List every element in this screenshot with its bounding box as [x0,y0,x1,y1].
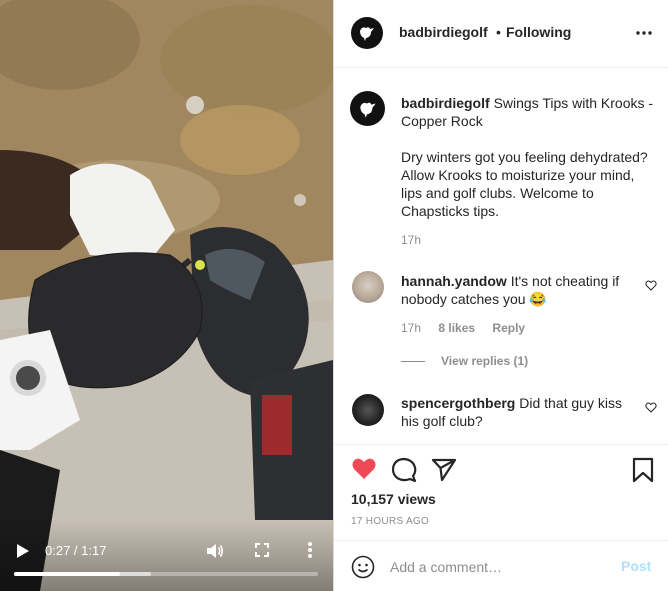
views-count[interactable]: 10,157 views [351,491,436,507]
comment-likes[interactable]: 8 likes [438,321,475,335]
fullscreen-icon[interactable] [255,543,269,557]
add-comment-bar: Post [334,540,668,591]
replies-divider [401,361,425,362]
caption-avatar[interactable] [350,91,385,126]
commenter-avatar[interactable] [352,271,384,303]
emoji-icon[interactable] [351,555,375,579]
comment-input[interactable] [390,556,600,578]
comment-meta: 17h 8 likes Reply [401,321,539,335]
duration: 1:17 [81,543,107,558]
comment-like-icon[interactable] [645,402,657,413]
time-separator: / [70,543,82,558]
caption-username[interactable]: badbirdiegolf [401,95,490,111]
caption-text: badbirdiegolf Swings Tips with Krooks - … [401,94,659,220]
bookmark-icon[interactable] [632,457,654,483]
video-frame [0,0,333,591]
share-icon[interactable] [431,458,457,482]
header-dot: • [496,24,501,40]
caption-time[interactable]: 17h [401,233,421,247]
post-date[interactable]: 17 HOURS AGO [351,516,429,527]
video-more-icon[interactable] [307,541,313,559]
comment-text: spencergothberg Did that guy kiss his go… [401,394,641,430]
comment-username[interactable]: spencergothberg [401,395,515,411]
reply-button[interactable]: Reply [492,321,525,335]
heart-icon[interactable] [351,457,377,481]
following-button[interactable]: Following [506,24,571,40]
more-horizontal-icon[interactable] [636,31,652,35]
comments-list[interactable]: badbirdiegolf Swings Tips with Krooks - … [334,69,668,444]
play-icon[interactable] [16,543,30,559]
comment-like-icon[interactable] [645,280,657,291]
commenter-avatar[interactable] [352,394,384,426]
post-actions: 10,157 views 17 HOURS AGO [334,444,668,540]
profile-avatar[interactable] [351,17,383,49]
video-player[interactable]: 0:27 / 1:17 [0,0,333,591]
comment-text: hannah.yandow It's not cheating if nobod… [401,272,641,308]
bird-logo-icon [360,27,374,41]
video-time: 0:27 / 1:17 [45,543,106,558]
post-header: badbirdiegolf • Following [334,0,668,68]
header-username[interactable]: badbirdiegolf [399,24,488,40]
comment-icon[interactable] [391,457,417,483]
view-replies-button[interactable]: View replies (1) [441,354,528,368]
volume-icon[interactable] [206,543,224,559]
current-time: 0:27 [45,543,71,558]
comment-username[interactable]: hannah.yandow [401,273,507,289]
video-controls: 0:27 / 1:17 [0,521,333,591]
post-panel: badbirdiegolf • Following badbirdiegolf … [333,0,668,591]
caption-body: Dry winters got you feeling dehydrated? … [401,149,648,219]
video-progress-bar[interactable] [14,572,318,576]
comment-time[interactable]: 17h [401,321,421,335]
bird-logo-icon [359,102,376,118]
video-progress-fill [14,572,121,576]
post-button[interactable]: Post [621,558,651,574]
